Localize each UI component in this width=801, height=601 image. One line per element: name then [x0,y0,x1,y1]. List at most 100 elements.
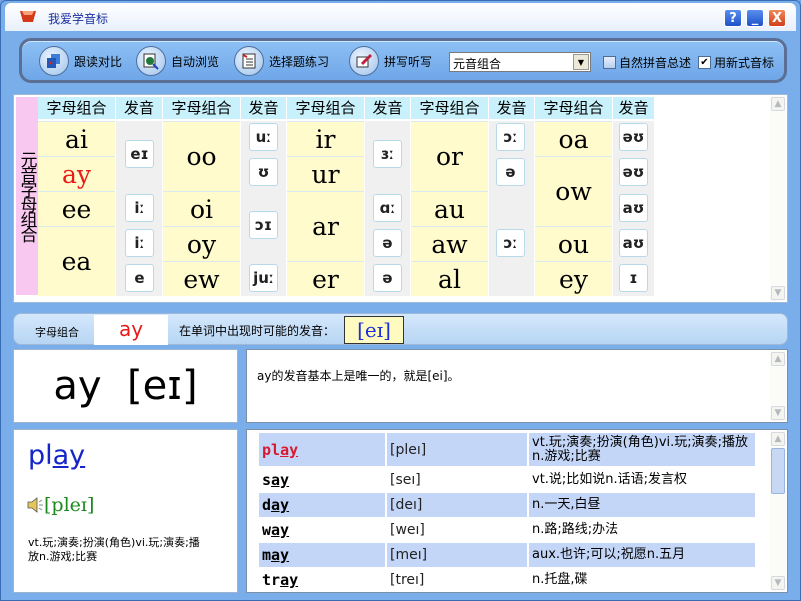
scroll-up-icon[interactable]: ▲ [771,432,785,446]
header-letters: 字母组合 [287,97,364,119]
letter-cell-oa[interactable]: oa [535,121,612,156]
letter-cell-ur[interactable]: ur [287,156,364,191]
phonetic-cell: [meı] [387,543,527,567]
header-letters: 字母组合 [411,97,488,119]
header-sound: 发音 [116,97,162,119]
letter-cell-oy[interactable]: oy [163,226,240,261]
title-bar: 我爱学音标 ? _ X [5,3,796,31]
speaker-icon[interactable] [26,496,44,514]
auto-browse-button[interactable]: 自动浏览 [136,46,219,76]
header-sound: 发音 [489,97,534,119]
scroll-down-icon[interactable]: ▼ [771,286,785,300]
phonetic-box[interactable]: ɔː [496,123,525,151]
pronunciation-button[interactable]: [eɪ] [344,316,404,344]
phonetic-box[interactable]: ʊ [249,158,278,186]
phonetic-box[interactable]: eɪ [125,140,154,168]
letter-cell-aw[interactable]: aw [411,226,488,261]
phonetic-box[interactable]: ə [373,229,402,257]
word-detail-panel: play [pleɪ] vt.玩;演奏;扮演(角色)vi.玩;演奏;播放n.游戏… [13,429,238,593]
dictation-button[interactable]: 拼写听写 [349,46,432,76]
scroll-thumb[interactable] [771,448,785,494]
letter-cell-ir[interactable]: ir [287,121,364,156]
minimize-button[interactable]: _ [746,9,764,27]
letter-cell-al[interactable]: al [411,261,488,296]
current-word-definition: vt.玩;演奏;扮演(角色)vi.玩;演奏;播放n.游戏;比赛 [28,536,200,563]
phonetic-box[interactable]: aʊ [619,229,648,257]
app-logo-icon [20,11,36,22]
dictation-icon [356,53,373,68]
phonetic-cell: [weı] [390,522,425,538]
letter-cell-or[interactable]: or [411,121,488,191]
grid-scrollbar[interactable]: ▲ ▼ [770,96,786,301]
word-list-panel: pl ay [pleı] vt.玩;演奏;扮演(角色)vi.玩;演奏;播放n.游戏;比… [246,429,788,593]
letter-cell-oi[interactable]: oi [163,191,240,226]
phonetic-box[interactable]: ə [496,158,525,186]
auto-browse-icon [143,53,159,70]
letter-cell-ey[interactable]: ey [535,261,612,296]
phonetic-cell: [treı] [390,572,425,588]
meaning-cell: n.托盘,碟 [532,572,588,587]
phonetic-box[interactable]: uː [249,123,278,151]
letter-cell-au[interactable]: au [411,191,488,226]
scroll-down-icon[interactable]: ▼ [771,576,785,590]
quiz-button[interactable]: 选择题练习 [234,46,329,76]
phonics-overview-checkbox[interactable]: 自然拼音总述 [603,54,691,71]
scroll-up-icon[interactable]: ▲ [771,97,785,111]
meaning-cell: vt.玩;演奏;扮演(角色)vi.玩;演奏;播放n.游戏;比赛 [529,433,755,466]
phonetic-box[interactable]: iː [125,194,154,222]
phonetic-box[interactable]: əʊ [619,123,648,151]
mode-select[interactable]: 元音组合 ▼ [449,52,591,72]
phonetic-box[interactable]: juː [249,264,278,292]
scroll-down-icon[interactable]: ▼ [771,406,785,420]
word-list-scrollbar[interactable]: ▲ ▼ [770,431,786,591]
letter-cell-ea[interactable]: ea [38,226,115,296]
chevron-down-icon[interactable]: ▼ [573,54,589,70]
big-display: ay [eɪ] [13,349,238,423]
letter-cell-ar[interactable]: ar [287,191,364,261]
word-cell: tr ay [262,571,299,589]
checkbox-unchecked-icon [603,56,616,69]
phonetic-cell: [pleı] [387,433,527,466]
phonetic-box[interactable]: ɔː [496,229,525,257]
current-word: play [28,440,86,471]
header-letters: 字母组合 [163,97,240,119]
meaning-cell: vt.说;比如说n.话语;发言权 [532,472,688,487]
follow-read-button[interactable]: 跟读对比 [39,46,122,76]
scroll-up-icon[interactable]: ▲ [771,352,785,366]
description-scrollbar[interactable]: ▲ ▼ [770,351,786,421]
combo-value: ay [94,315,168,345]
phonetic-box[interactable]: ɔɪ [249,211,278,239]
phonetic-box[interactable]: aʊ [619,194,648,222]
letter-cell-ai[interactable]: ai [38,121,115,156]
window-title: 我爱学音标 [48,12,109,26]
toolbar: 跟读对比 自动浏览 选择题练习 拼写听写 元音组合 ▼ 自然拼音总述 ✔ 用新式… [19,38,787,83]
phonetic-box[interactable]: ɑː [373,194,402,222]
vowel-grid-panel: 元音字母组合 字母组合 发音 字母组合 发音 字母组合 发音 字母组合 发音 字… [13,94,788,303]
meaning-cell: n.路;路线;办法 [532,522,619,537]
app-window: 我爱学音标 ? _ X 跟读对比 自动浏览 选择题练习 拼写听写 元音组合 ▼ … [0,0,801,601]
phonetic-box[interactable]: e [125,264,154,292]
info-bar: 字母组合 ay 在单词中出现时可能的发音： [eɪ] [13,313,788,345]
close-button[interactable]: X [768,9,786,27]
phonetic-box[interactable]: ɜː [373,140,402,168]
letter-cell-ow[interactable]: ow [535,156,612,226]
meaning-cell: aux.也许;可以;祝愿n.五月 [529,543,755,567]
combo-label: 字母组合 [35,326,79,339]
new-phonetics-checkbox[interactable]: ✔ 用新式音标 [698,54,774,71]
grid-side-label: 元音字母组合 [16,97,38,295]
description-text: ay的发音基本上是唯一的，就是[ei]。 [257,369,460,383]
phonetic-box[interactable]: ɪ [619,264,648,292]
header-letters: 字母组合 [38,97,115,119]
phonetic-box[interactable]: əʊ [619,158,648,186]
letter-cell-ou[interactable]: ou [535,226,612,261]
word-cell: m ay [259,543,385,567]
word-cell: d ay [259,493,385,517]
letter-cell-er[interactable]: er [287,261,364,296]
phonetic-box[interactable]: iː [125,229,154,257]
phonetic-box[interactable]: ə [373,264,402,292]
letter-cell-ee[interactable]: ee [38,191,115,226]
letter-cell-ay[interactable]: ay [38,156,115,191]
letter-cell-oo[interactable]: oo [163,121,240,191]
help-button[interactable]: ? [724,9,742,27]
letter-cell-ew[interactable]: ew [163,261,240,296]
